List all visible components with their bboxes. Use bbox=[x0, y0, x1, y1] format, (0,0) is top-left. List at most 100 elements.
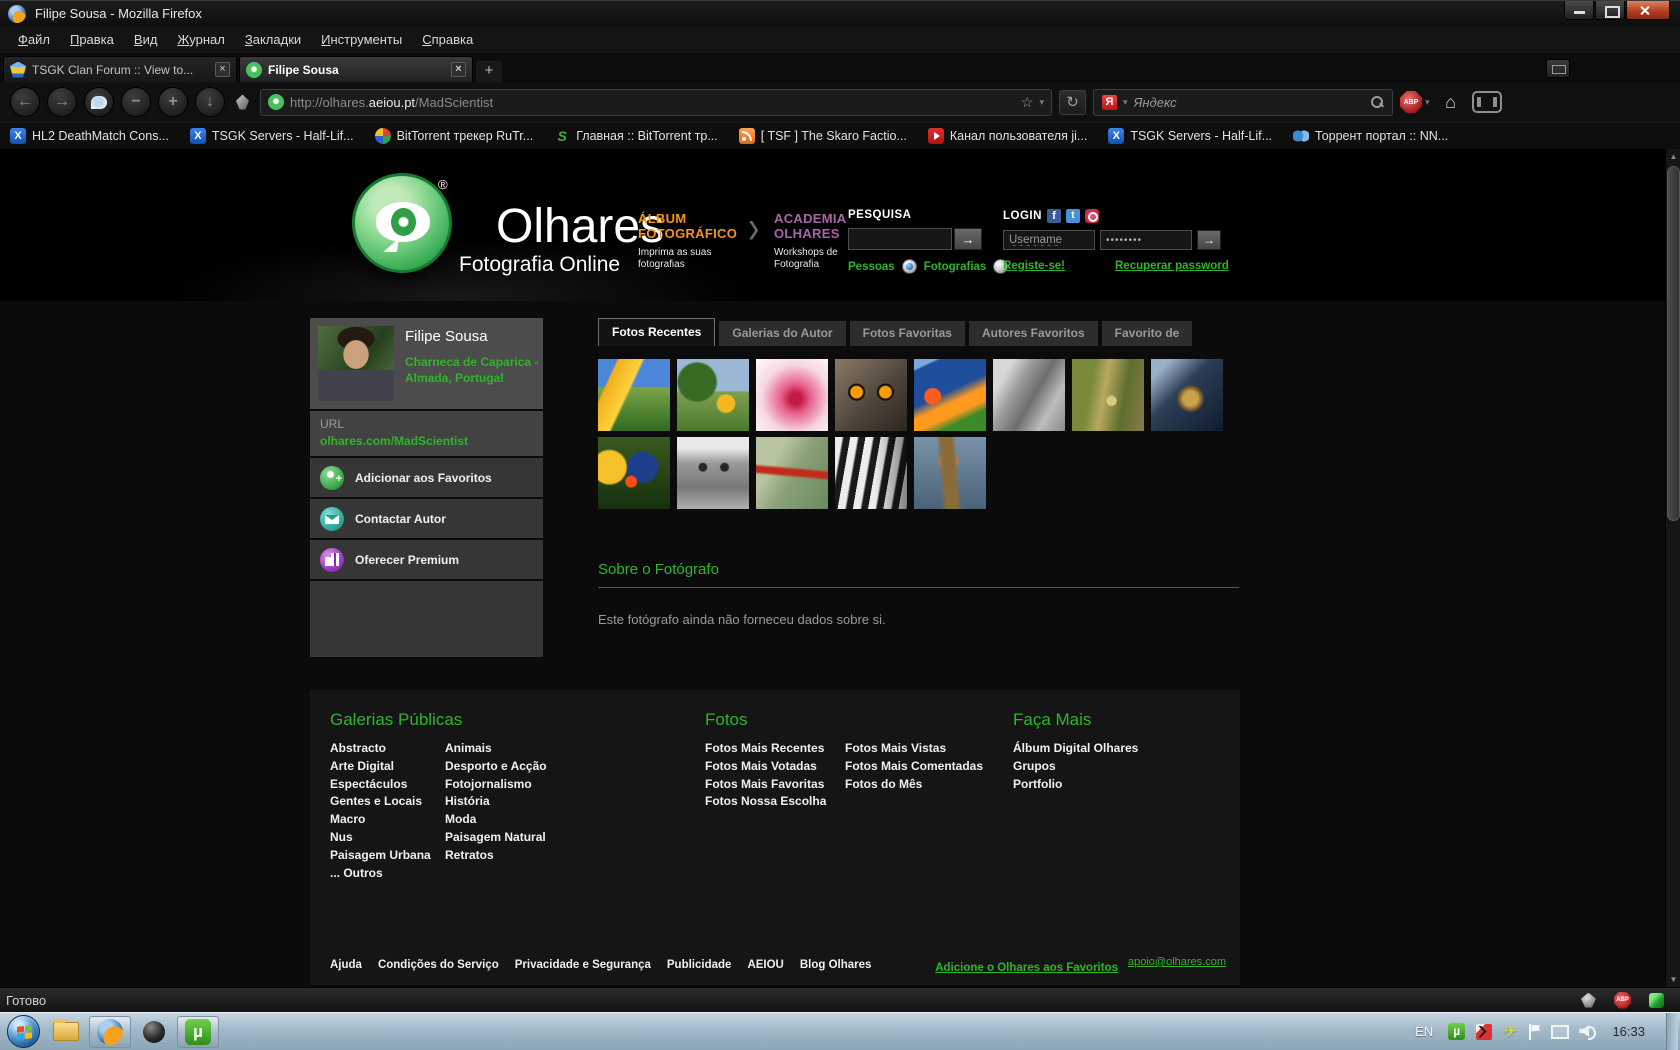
chevron-down-icon[interactable]: ▾ bbox=[1123, 97, 1128, 108]
footer-link[interactable]: ... Outros bbox=[330, 865, 431, 883]
footer-bottom-link[interactable]: Privacidade e Segurança bbox=[515, 957, 651, 975]
profile-url-link[interactable]: olhares.com/MadScientist bbox=[320, 434, 533, 448]
photo-dog-face-bw[interactable] bbox=[677, 437, 749, 509]
photo-dog-bw[interactable] bbox=[993, 359, 1065, 431]
footer-bottom-link[interactable]: Blog Olhares bbox=[800, 957, 872, 975]
photo-wind-flag[interactable] bbox=[598, 359, 670, 431]
menu-item[interactable]: Закладки bbox=[235, 29, 311, 50]
facebook-icon[interactable] bbox=[1047, 209, 1061, 223]
clock[interactable]: 16:33 bbox=[1612, 1024, 1645, 1039]
radio-photos-label[interactable]: Fotografias bbox=[924, 261, 987, 273]
profile-location[interactable]: Charneca de Caparica - Almada, Portugal bbox=[405, 354, 538, 386]
close-tab-icon[interactable]: × bbox=[451, 62, 466, 77]
downloads-button[interactable]: ↓ bbox=[195, 87, 225, 117]
bookmark-item[interactable]: [ TSF ] The Skaro Factio... bbox=[739, 128, 907, 144]
scrollbar-thumb[interactable] bbox=[1667, 166, 1680, 521]
offer-premium-button[interactable]: Oferecer Premium bbox=[310, 540, 543, 579]
footer-link[interactable]: Macro bbox=[330, 811, 431, 829]
footer-link[interactable]: Fotos Mais Recentes bbox=[705, 740, 826, 758]
footer-link[interactable]: Nus bbox=[330, 829, 431, 847]
footer-link[interactable]: Espectáculos bbox=[330, 776, 431, 794]
show-desktop-button[interactable] bbox=[1666, 1013, 1678, 1050]
firefox-taskbar-button[interactable] bbox=[89, 1016, 131, 1048]
tab-fotos-favoritas[interactable]: Fotos Favoritas bbox=[850, 321, 965, 346]
footer-link[interactable]: Paisagem Natural bbox=[445, 829, 547, 847]
photo-lorikeet-flower[interactable] bbox=[598, 437, 670, 509]
addon-diamond-icon[interactable] bbox=[236, 95, 249, 110]
language-indicator[interactable]: EN bbox=[1415, 1024, 1433, 1039]
tab-fotos-recentes[interactable]: Fotos Recentes bbox=[598, 318, 715, 346]
footer-link[interactable]: Fotos Mais Votadas bbox=[705, 758, 826, 776]
photo-duckling[interactable] bbox=[1151, 359, 1223, 431]
scroll-down-icon[interactable]: ▼ bbox=[1666, 972, 1680, 987]
zoom-out-button[interactable]: − bbox=[121, 87, 151, 117]
reload-button[interactable]: ↻ bbox=[1059, 90, 1086, 115]
add-favorites-button[interactable]: Adicionar aos Favoritos bbox=[310, 458, 543, 497]
footer-link[interactable]: Moda bbox=[445, 811, 547, 829]
action-center-flag-icon[interactable] bbox=[1528, 1024, 1540, 1040]
footer-link[interactable]: Grupos bbox=[1013, 758, 1138, 776]
tab-favorito-de[interactable]: Favorito de bbox=[1102, 321, 1193, 346]
footer-link[interactable]: Fotos Mais Vistas bbox=[845, 740, 983, 758]
volume-icon[interactable] bbox=[1579, 1024, 1597, 1039]
search-input[interactable] bbox=[1134, 95, 1364, 110]
support-email-link[interactable]: apoio@olhares.com bbox=[1128, 956, 1226, 968]
login-submit-button[interactable]: → bbox=[1197, 230, 1221, 250]
utorrent-tray-icon[interactable]: µ bbox=[1448, 1023, 1465, 1040]
footer-link[interactable]: Paisagem Urbana bbox=[330, 847, 431, 865]
photo-pink-flower[interactable] bbox=[756, 359, 828, 431]
footer-link[interactable]: Fotojornalismo bbox=[445, 776, 547, 794]
panorama-icon[interactable] bbox=[1472, 91, 1502, 113]
tab-groups-icon[interactable] bbox=[1546, 59, 1570, 78]
bookmark-star-icon[interactable]: ☆ bbox=[1021, 94, 1034, 111]
search-bar[interactable]: Я ▾ bbox=[1093, 89, 1393, 116]
menu-item[interactable]: Правка bbox=[60, 29, 124, 50]
photo-dragonfly[interactable] bbox=[1072, 359, 1144, 431]
footer-link[interactable]: Fotos do Mês bbox=[845, 776, 983, 794]
footer-link[interactable]: Fotos Mais Favoritas bbox=[705, 776, 826, 794]
footer-link[interactable]: Animais bbox=[445, 740, 547, 758]
footer-bottom-link[interactable]: Publicidade bbox=[667, 957, 732, 975]
bookmark-item[interactable]: HL2 DeathMatch Cons... bbox=[10, 128, 169, 144]
close-button[interactable] bbox=[1626, 1, 1670, 20]
bookmark-item[interactable]: TSGK Servers - Half-Lif... bbox=[1108, 128, 1272, 144]
green-gem-icon[interactable] bbox=[1649, 993, 1664, 1008]
photo-owl[interactable] bbox=[835, 359, 907, 431]
browser-tab-tsgk[interactable]: TSGK Clan Forum :: View to... × bbox=[3, 56, 237, 82]
scroll-up-icon[interactable]: ▲ bbox=[1666, 149, 1680, 164]
radio-people[interactable] bbox=[902, 259, 917, 274]
olhares-logo-icon[interactable] bbox=[352, 173, 452, 273]
footer-link[interactable]: Abstracto bbox=[330, 740, 431, 758]
menu-item[interactable]: Журнал bbox=[167, 29, 234, 50]
contact-author-button[interactable]: Contactar Autor bbox=[310, 499, 543, 538]
new-tab-button[interactable]: + bbox=[476, 61, 502, 82]
footer-link[interactable]: Portfolio bbox=[1013, 776, 1138, 794]
footer-bottom-link[interactable]: Condições do Serviço bbox=[378, 957, 499, 975]
kaspersky-icon[interactable] bbox=[1476, 1024, 1492, 1040]
zoom-in-button[interactable]: + bbox=[158, 87, 188, 117]
olhares-social-icon[interactable] bbox=[1085, 209, 1099, 223]
utorrent-taskbar-button[interactable]: µ bbox=[177, 1016, 219, 1048]
bookmark-item[interactable]: Главная :: BitTorrent тр... bbox=[554, 128, 718, 144]
bookmark-item[interactable]: BitTorrent трекер RuTr... bbox=[375, 128, 534, 144]
footer-link[interactable]: Retratos bbox=[445, 847, 547, 865]
menu-item[interactable]: Справка bbox=[412, 29, 483, 50]
airplane-tray-icon[interactable]: ✈ bbox=[1503, 1022, 1517, 1042]
footer-link[interactable]: Desporto e Acção bbox=[445, 758, 547, 776]
scrollbar[interactable]: ▲ ▼ bbox=[1665, 149, 1680, 987]
footer-link[interactable]: História bbox=[445, 793, 547, 811]
photo-tiger-bw[interactable] bbox=[835, 437, 907, 509]
home-button[interactable]: ⌂ bbox=[1437, 90, 1465, 115]
add-to-favorites-link[interactable]: Adicione o Olhares aos Favoritos bbox=[935, 962, 1118, 974]
username-field[interactable] bbox=[1003, 230, 1095, 250]
tab-autores-favoritos[interactable]: Autores Favoritos bbox=[969, 321, 1098, 346]
adblock-status-icon[interactable]: ABP bbox=[1614, 992, 1631, 1009]
chevron-down-icon[interactable]: ▾ bbox=[1039, 97, 1044, 108]
site-search-input[interactable] bbox=[848, 228, 952, 250]
bookmark-item[interactable]: TSGK Servers - Half-Lif... bbox=[190, 128, 354, 144]
radio-people-label[interactable]: Pessoas bbox=[848, 261, 895, 273]
footer-link[interactable]: Álbum Digital Olhares bbox=[1013, 740, 1138, 758]
photo-lorikeet[interactable] bbox=[914, 359, 986, 431]
footer-link[interactable]: Fotos Nossa Escolha bbox=[705, 793, 826, 811]
album-promo-link[interactable]: ÁLBUM FOTOGRÁFICO Imprima as suas fotogr… bbox=[638, 211, 737, 271]
